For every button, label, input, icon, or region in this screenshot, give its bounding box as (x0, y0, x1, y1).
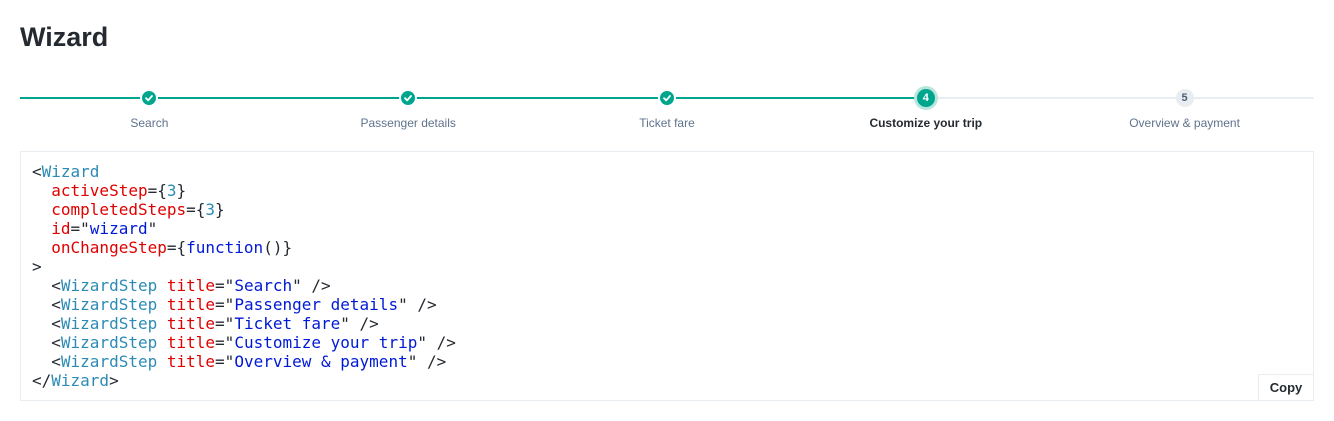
wizard-step-label: Search (130, 116, 169, 130)
wizard-step-ticket-fare[interactable]: Ticket fare (538, 85, 797, 135)
code-token: Wizard (51, 371, 110, 390)
page-title: Wizard (20, 22, 109, 52)
code-block: <Wizard activeStep={3} completedSteps={3… (20, 151, 1314, 401)
copy-button[interactable]: Copy (1258, 374, 1313, 400)
code-token: Overview & payment (234, 352, 408, 371)
code-token: onChangeStep (51, 238, 167, 257)
wizard-step-customize-your-trip[interactable]: 4 Customize your trip (796, 85, 1055, 135)
step-status-dot (399, 89, 418, 107)
code-token: Ticket fare (234, 314, 341, 333)
wizard: Search Passenger details Ticket fare 4 C… (20, 85, 1314, 135)
code-token: function (186, 238, 264, 257)
code-token: title (166, 352, 216, 371)
code-content: <Wizard activeStep={3} completedSteps={3… (32, 162, 456, 390)
check-icon (404, 95, 413, 102)
wizard-step-label: Customize your trip (869, 116, 983, 130)
code-token: Customize your trip (234, 333, 418, 352)
code-token: WizardStep (60, 314, 158, 333)
wizard-step-passenger-details[interactable]: Passenger details (279, 85, 538, 135)
code-token: completedSteps (51, 200, 187, 219)
code-token: WizardStep (60, 333, 158, 352)
code-token: WizardStep (60, 276, 158, 295)
code-token: WizardStep (60, 352, 158, 371)
check-icon (145, 95, 154, 102)
code-token: title (166, 333, 216, 352)
code-token: Passenger details (234, 295, 399, 314)
code-token: wizard (89, 219, 148, 238)
step-status-dot (657, 89, 676, 107)
wizard-step-label: Overview & payment (1129, 116, 1240, 130)
wizard-step-label: Ticket fare (639, 116, 695, 130)
code-token: WizardStep (60, 295, 158, 314)
step-number-badge: 4 (916, 89, 935, 107)
step-status-dot (140, 89, 159, 107)
code-token: title (166, 314, 216, 333)
wizard-step-overview-payment[interactable]: 5 Overview & payment (1055, 85, 1314, 135)
code-token: title (166, 276, 216, 295)
code-token: title (166, 295, 216, 314)
code-token: Wizard (41, 162, 100, 181)
code-token: Search (234, 276, 293, 295)
wizard-step-label: Passenger details (360, 116, 456, 130)
code-token: activeStep (51, 181, 148, 200)
check-icon (663, 95, 671, 102)
code-token: 3 (166, 181, 177, 200)
step-number-badge: 5 (1175, 89, 1194, 107)
code-token: id (51, 219, 71, 238)
code-token: 3 (205, 200, 216, 219)
wizard-step-search[interactable]: Search (20, 85, 279, 135)
